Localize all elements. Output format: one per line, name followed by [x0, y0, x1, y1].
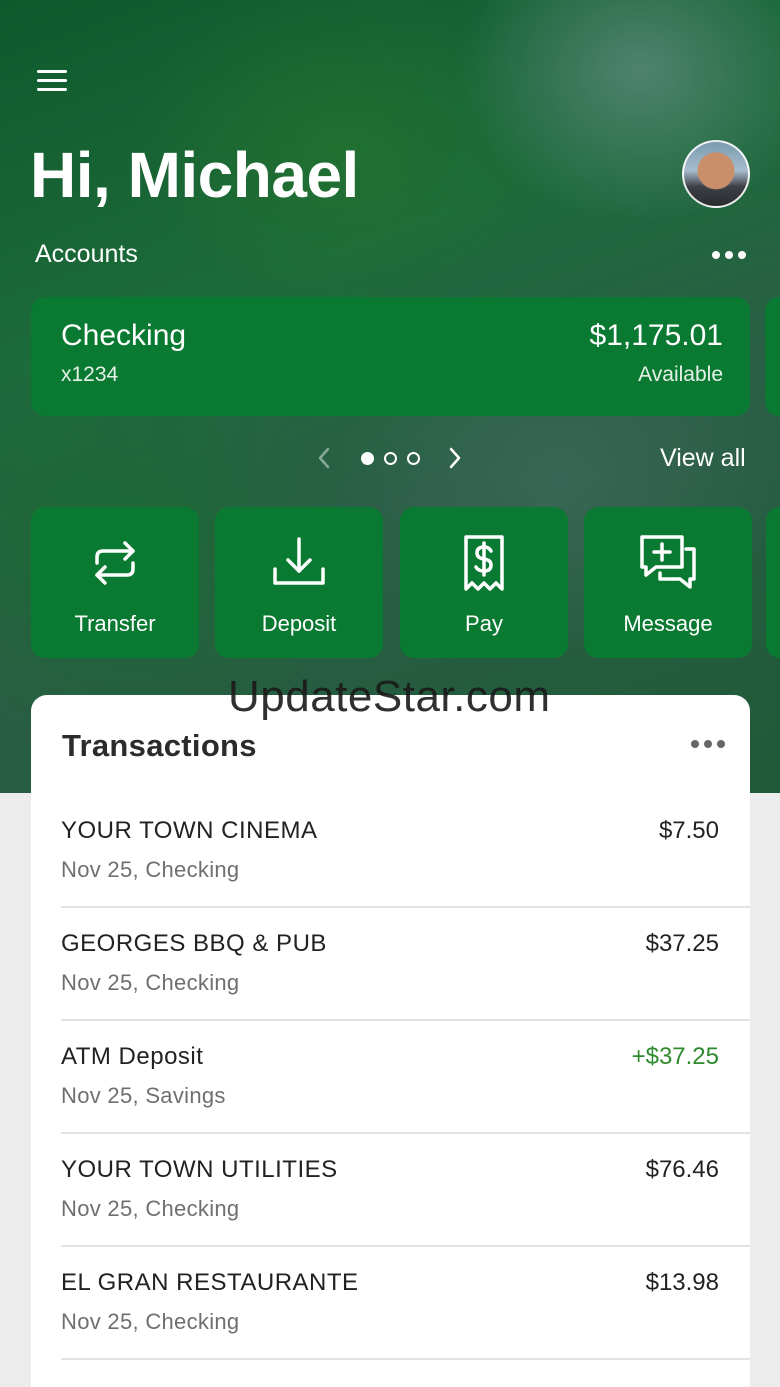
greeting-title: Hi, Michael	[30, 139, 359, 211]
more-dots-icon	[712, 240, 750, 270]
transaction-amount: $76.46	[645, 1156, 719, 1183]
transaction-merchant: YOUR TOWN UTILITIES	[61, 1156, 338, 1183]
menu-button[interactable]	[37, 70, 69, 96]
transactions-list: YOUR TOWN CINEMA Nov 25, Checking $7.50 …	[31, 795, 750, 1360]
transaction-row[interactable]: YOUR TOWN CINEMA Nov 25, Checking $7.50	[31, 795, 750, 908]
deposit-download-icon	[273, 537, 325, 585]
account-name: Checking	[61, 319, 187, 352]
pager-dot-3[interactable]	[407, 451, 420, 465]
menu-icon-bar	[37, 88, 67, 91]
transaction-row[interactable]: YOUR TOWN UTILITIES Nov 25, Checking $76…	[31, 1134, 750, 1247]
transaction-row[interactable]: EL GRAN RESTAURANTE Nov 25, Checking $13…	[31, 1247, 750, 1360]
transaction-meta: Nov 25, Checking	[61, 970, 240, 995]
transactions-more-button[interactable]	[691, 729, 731, 759]
watermark-text: UpdateStar.com	[228, 672, 551, 721]
account-pager	[312, 444, 467, 472]
transaction-merchant: ATM Deposit	[61, 1043, 204, 1070]
account-number: x1234	[61, 363, 119, 386]
transaction-meta: Nov 25, Checking	[61, 1309, 240, 1334]
transactions-title: Transactions	[62, 728, 257, 763]
next-account-card-peek[interactable]	[765, 297, 780, 416]
transaction-merchant: YOUR TOWN CINEMA	[61, 817, 318, 844]
profile-avatar[interactable]	[682, 140, 750, 208]
chevron-left-icon	[318, 447, 330, 469]
pager-dot-2[interactable]	[384, 451, 397, 465]
account-balance: $1,175.01	[589, 319, 723, 352]
pager-next-button[interactable]	[443, 444, 467, 472]
more-dots-icon	[691, 729, 731, 759]
message-button[interactable]: Message	[584, 507, 752, 658]
menu-icon-bar	[37, 79, 67, 82]
message-label: Message	[623, 611, 713, 636]
transaction-merchant: GEORGES BBQ & PUB	[61, 930, 327, 957]
transaction-amount: +$37.25	[631, 1043, 719, 1070]
transaction-row[interactable]: GEORGES BBQ & PUB Nov 25, Checking $37.2…	[31, 908, 750, 1021]
transaction-amount: $7.50	[658, 817, 719, 844]
view-all-accounts-link[interactable]: View all	[660, 444, 746, 473]
transaction-amount: $37.25	[645, 930, 719, 957]
menu-icon-bar	[37, 70, 67, 73]
transfer-label: Transfer	[74, 611, 156, 636]
pay-receipt-icon	[464, 535, 504, 591]
transaction-meta: Nov 25, Savings	[61, 1083, 226, 1108]
chevron-right-icon	[449, 447, 461, 469]
account-card-checking[interactable]: Checking x1234 $1,175.01 Available	[31, 297, 750, 416]
message-chat-icon	[640, 535, 696, 589]
transfer-button[interactable]: Transfer	[31, 507, 199, 658]
transactions-panel: Transactions YOUR TOWN CINEMA Nov 25, Ch…	[31, 695, 750, 1387]
account-balance-label: Available	[638, 363, 723, 386]
transaction-amount: $13.98	[645, 1269, 719, 1296]
pay-button[interactable]: Pay	[400, 507, 568, 658]
transaction-meta: Nov 25, Checking	[61, 857, 240, 882]
transfer-arrows-icon	[95, 541, 135, 585]
pager-dot-1[interactable]	[361, 451, 374, 465]
pager-prev-button[interactable]	[312, 444, 336, 472]
accounts-more-button[interactable]	[712, 240, 750, 270]
deposit-label: Deposit	[261, 611, 337, 636]
pay-label: Pay	[465, 611, 503, 636]
transaction-meta: Nov 25, Checking	[61, 1196, 240, 1221]
transaction-row[interactable]: ATM Deposit Nov 25, Savings +$37.25	[31, 1021, 750, 1134]
next-action-peek[interactable]	[766, 507, 780, 658]
transaction-merchant: EL GRAN RESTAURANTE	[61, 1269, 359, 1296]
deposit-button[interactable]: Deposit	[215, 507, 383, 658]
accounts-heading: Accounts	[35, 240, 138, 268]
